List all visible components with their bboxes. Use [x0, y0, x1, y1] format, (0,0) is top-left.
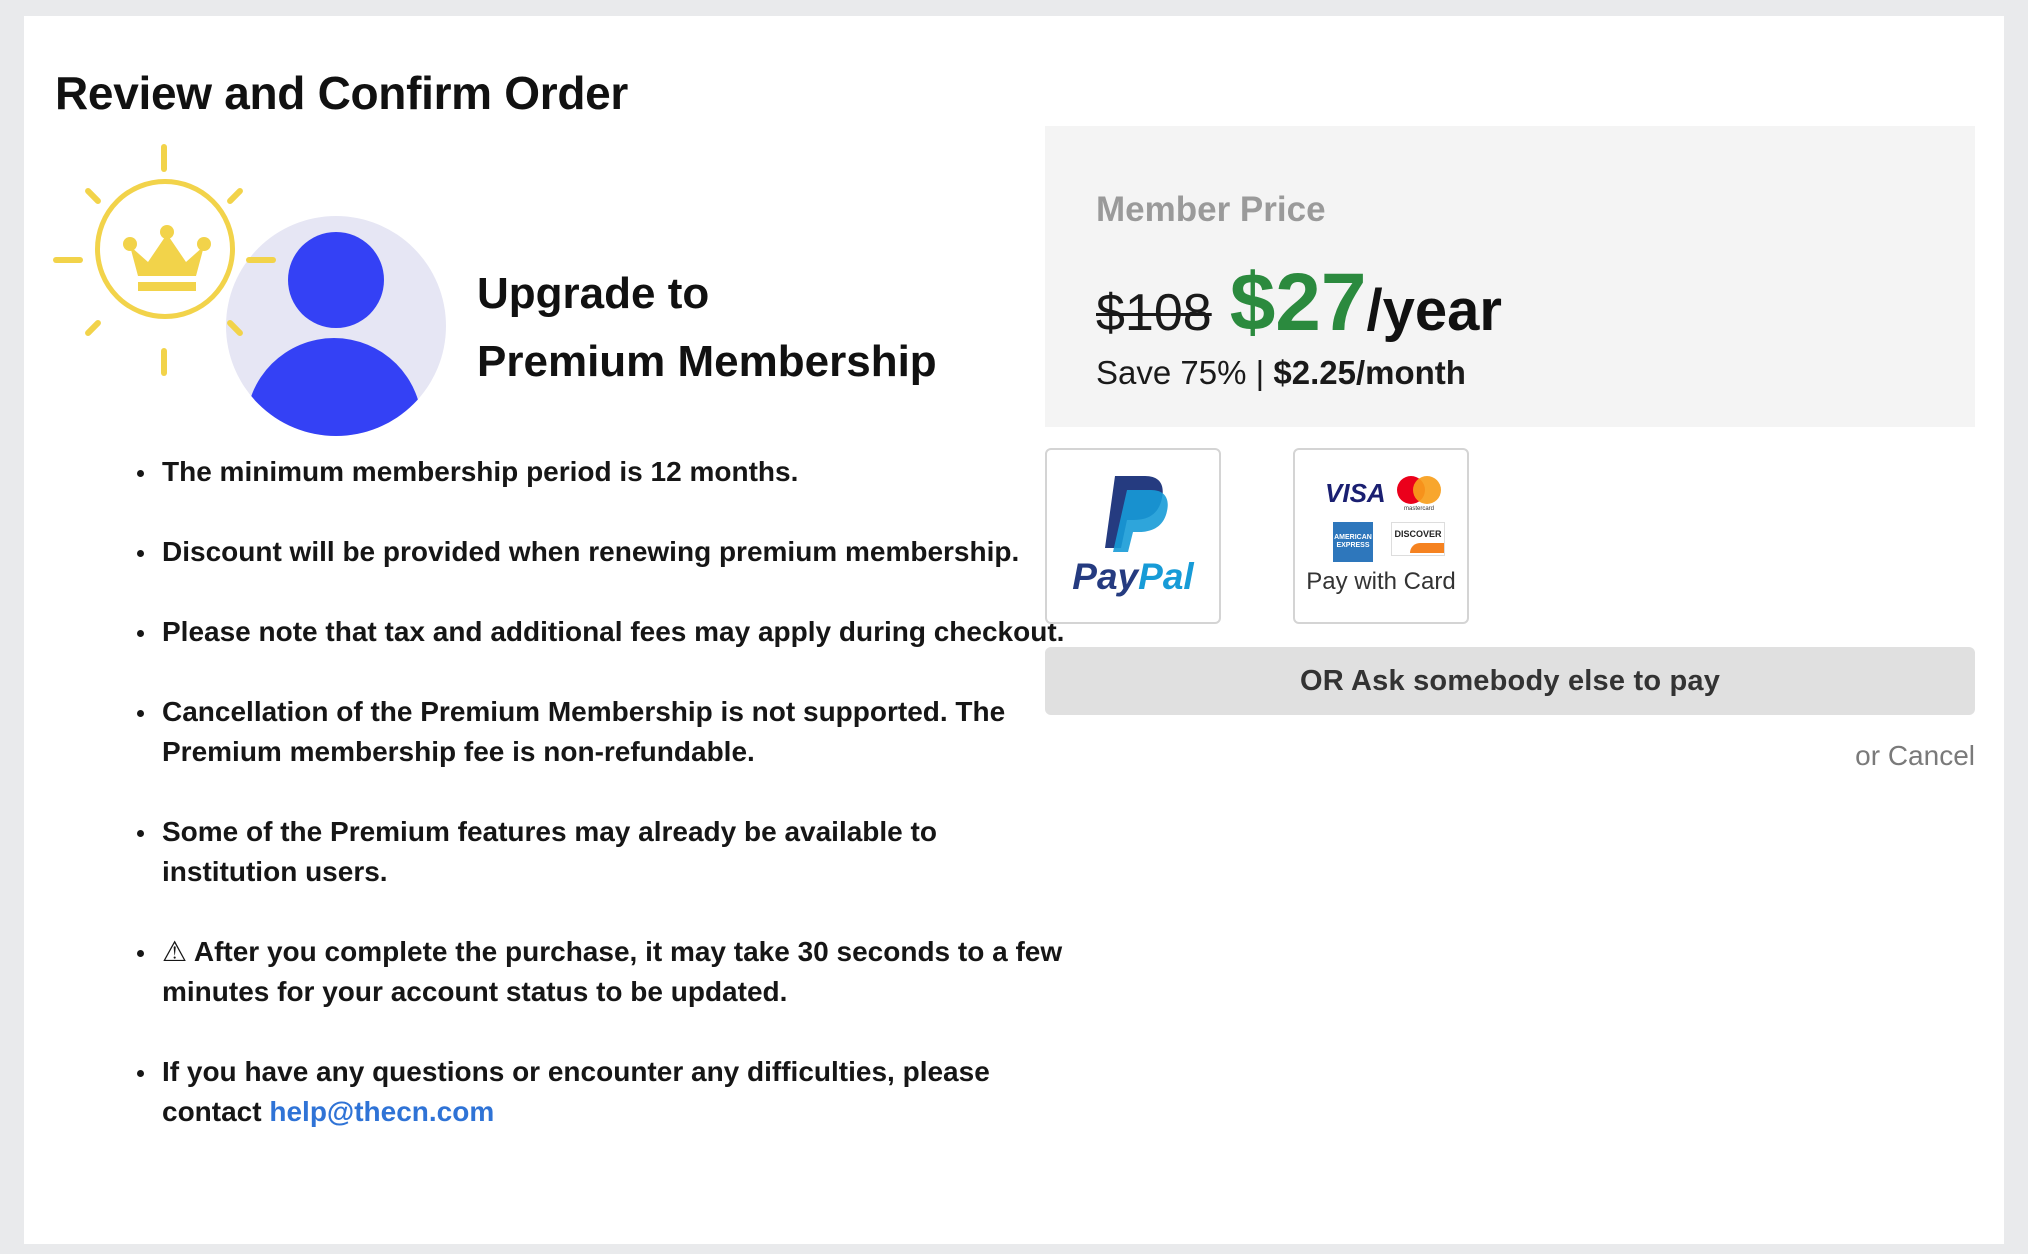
- list-item: Discount will be provided when renewing …: [158, 532, 1078, 572]
- monthly-price: $2.25/month: [1273, 354, 1466, 391]
- visa-logo: VISA: [1325, 478, 1386, 508]
- list-item: If you have any questions or encounter a…: [158, 1052, 1078, 1132]
- discover-logo: DISCOVER: [1391, 522, 1445, 556]
- list-item: Cancellation of the Premium Membership i…: [158, 692, 1078, 772]
- savings-text: Save 75% | $2.25/month: [1096, 354, 1466, 392]
- discover-text: DISCOVER: [1394, 529, 1442, 539]
- sun-ray: [53, 257, 83, 263]
- list-item: Please note that tax and additional fees…: [158, 612, 1078, 652]
- old-price: $108: [1096, 284, 1212, 342]
- list-item: Some of the Premium features may already…: [158, 812, 1078, 892]
- upgrade-heading: Upgrade to Premium Membership: [477, 260, 937, 396]
- membership-notes-list: The minimum membership period is 12 mont…: [106, 452, 1078, 1172]
- mastercard-logo: mastercard: [1397, 476, 1441, 516]
- pay-with-card-button[interactable]: VISA mastercard AMERICAN EXPRESS DISCOVE…: [1293, 448, 1469, 624]
- mastercard-text: mastercard: [1403, 506, 1434, 512]
- member-price-label: Member Price: [1096, 190, 1326, 229]
- sun-ray: [161, 348, 167, 376]
- price-panel: Member Price $108 $27/year Save 75% | $2.…: [1045, 126, 1975, 427]
- save-percent: Save 75% |: [1096, 354, 1265, 391]
- order-card: Review and Confirm Order Upgrade to Prem…: [24, 16, 2004, 1244]
- amex-logo: AMERICAN EXPRESS: [1333, 522, 1373, 562]
- price-row: $108 $27/year: [1096, 256, 1502, 350]
- paypal-wordmark-pay: Pay: [1072, 556, 1139, 597]
- paypal-wordmark: PayPal: [1047, 556, 1219, 598]
- avatar-head: [288, 232, 384, 328]
- cancel-link[interactable]: or Cancel: [1855, 740, 1975, 772]
- ask-someone-to-pay-button[interactable]: OR Ask somebody else to pay: [1045, 647, 1975, 715]
- page-title: Review and Confirm Order: [55, 67, 629, 119]
- list-item: The minimum membership period is 12 mont…: [158, 452, 1078, 492]
- paypal-wordmark-pal: Pal: [1138, 556, 1194, 597]
- user-avatar-icon: [226, 216, 446, 436]
- pay-with-card-label: Pay with Card: [1306, 568, 1456, 595]
- sun-ray: [246, 257, 276, 263]
- crown-icon: [123, 225, 211, 291]
- avatar-body: [246, 338, 422, 436]
- contact-email-link[interactable]: help@thecn.com: [269, 1096, 494, 1127]
- sun-ray: [83, 318, 103, 338]
- warning-icon: ⚠: [162, 936, 188, 967]
- sun-ray: [83, 186, 103, 206]
- note-text: After you complete the purchase, it may …: [162, 936, 1063, 1007]
- sun-ray: [225, 186, 245, 206]
- list-item: ⚠ After you complete the purchase, it ma…: [158, 932, 1078, 1012]
- premium-illustration: [53, 126, 454, 446]
- paypal-logo: [1105, 476, 1168, 552]
- upgrade-heading-line2: Premium Membership: [477, 337, 937, 386]
- upgrade-heading-line1: Upgrade to: [477, 269, 710, 318]
- sun-ray: [161, 144, 167, 172]
- paypal-button[interactable]: PayPal: [1045, 448, 1221, 624]
- new-price: $27: [1229, 257, 1367, 348]
- price-period: /year: [1366, 278, 1502, 343]
